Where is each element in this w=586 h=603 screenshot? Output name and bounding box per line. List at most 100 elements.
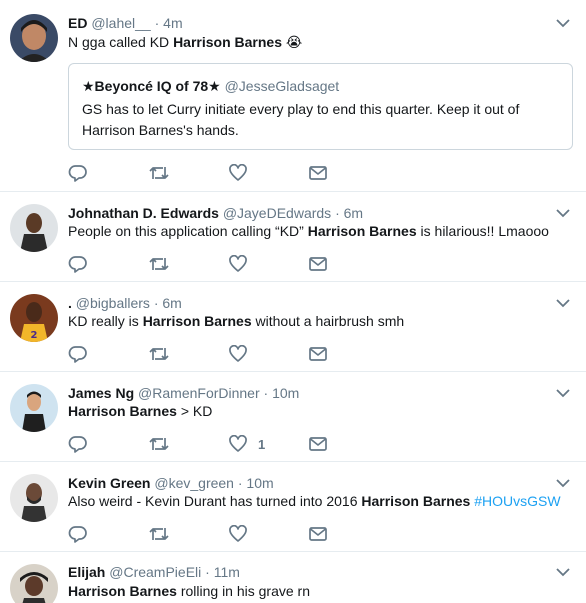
chevron-down-icon[interactable] xyxy=(556,298,570,308)
tweet-header: Elijah @CreamPieEli · 11m xyxy=(68,563,240,581)
like-button[interactable]: 1 xyxy=(228,434,265,454)
text-segment: KD really is xyxy=(68,313,143,329)
tweet-header: Johnathan D. Edwards @JayeDEdwards · 6m xyxy=(68,204,363,222)
username[interactable]: @kev_green xyxy=(154,475,234,491)
like-icon xyxy=(228,255,248,273)
retweet-button[interactable] xyxy=(148,434,170,454)
tweet[interactable]: ED @lahel__ · 4m N gga called KD Harriso… xyxy=(0,0,586,192)
text-segment: People on this application calling “KD” xyxy=(68,223,308,239)
text-segment: 😭 xyxy=(282,34,303,50)
highlight-term: Harrison Barnes xyxy=(307,223,417,239)
avatar[interactable]: 2 xyxy=(10,294,58,342)
separator-dot: · xyxy=(237,475,243,491)
like-button[interactable] xyxy=(228,344,248,364)
tweet-text: N gga called KD Harrison Barnes 😭 xyxy=(68,33,556,52)
direct-message-button[interactable] xyxy=(308,344,328,364)
timestamp[interactable]: 11m xyxy=(214,564,240,580)
tweet-actions xyxy=(68,254,348,274)
retweet-icon xyxy=(148,525,170,543)
tweet[interactable]: 2 . @bigballers · 6m KD really is Harris… xyxy=(0,282,586,372)
display-name[interactable]: James Ng xyxy=(68,385,134,401)
display-name[interactable]: Johnathan D. Edwards xyxy=(68,205,219,221)
hashtag-link[interactable]: #HOUvsGSW xyxy=(474,493,560,509)
timestamp[interactable]: 10m xyxy=(272,385,299,401)
username[interactable]: @CreamPieEli xyxy=(109,564,201,580)
reply-icon xyxy=(68,435,88,453)
retweet-icon xyxy=(148,345,170,363)
retweet-button[interactable] xyxy=(148,254,170,274)
chevron-down-icon[interactable] xyxy=(556,208,570,218)
timeline-feed: ED @lahel__ · 4m N gga called KD Harriso… xyxy=(0,0,586,603)
reply-icon xyxy=(68,345,88,363)
reply-button[interactable] xyxy=(68,524,88,544)
highlight-term: Harrison Barnes xyxy=(142,313,252,329)
tweet[interactable]: Kevin Green @kev_green · 10m Also weird … xyxy=(0,462,586,552)
direct-message-button[interactable] xyxy=(308,254,328,274)
like-button[interactable] xyxy=(228,524,248,544)
username[interactable]: @RamenForDinner xyxy=(138,385,260,401)
avatar[interactable] xyxy=(10,14,58,62)
chevron-down-icon[interactable] xyxy=(556,567,570,577)
text-segment: rolling in his grave rn xyxy=(176,583,310,599)
reply-button[interactable] xyxy=(68,434,88,454)
retweet-button[interactable] xyxy=(148,524,170,544)
direct-message-button[interactable] xyxy=(308,163,328,183)
timestamp[interactable]: 4m xyxy=(163,15,182,31)
tweet-text: KD really is Harrison Barnes without a h… xyxy=(68,312,556,331)
tweet[interactable]: Johnathan D. Edwards @JayeDEdwards · 6m … xyxy=(0,192,586,282)
tweet-actions: 1 xyxy=(68,434,348,454)
timestamp[interactable]: 10m xyxy=(246,475,273,491)
retweet-button[interactable] xyxy=(148,344,170,364)
avatar[interactable] xyxy=(10,564,58,603)
reply-button[interactable] xyxy=(68,163,88,183)
reply-button[interactable] xyxy=(68,254,88,274)
reply-icon xyxy=(68,255,88,273)
quoted-tweet[interactable]: ★Beyoncé IQ of 78★ @JesseGladsaget GS ha… xyxy=(68,63,573,150)
avatar[interactable] xyxy=(10,474,58,522)
like-button[interactable] xyxy=(228,163,248,183)
dm-icon xyxy=(308,435,328,453)
quoted-tweet-header: ★Beyoncé IQ of 78★ @JesseGladsaget xyxy=(82,77,339,95)
chevron-down-icon[interactable] xyxy=(556,478,570,488)
tweet-text: Also weird - Kevin Durant has turned int… xyxy=(68,492,561,511)
reply-icon xyxy=(68,164,88,182)
direct-message-button[interactable] xyxy=(308,524,328,544)
username[interactable]: @lahel__ xyxy=(91,15,150,31)
display-name[interactable]: . xyxy=(68,295,72,311)
dm-icon xyxy=(308,164,328,182)
separator-dot: · xyxy=(263,385,269,401)
tweet-header: James Ng @RamenForDinner · 10m xyxy=(68,384,299,402)
like-button[interactable] xyxy=(228,254,248,274)
text-segment: > KD xyxy=(176,403,213,419)
reply-button[interactable] xyxy=(68,344,88,364)
tweet-header: . @bigballers · 6m xyxy=(68,294,182,312)
quoted-username: @JesseGladsaget xyxy=(224,78,340,94)
dm-icon xyxy=(308,255,328,273)
separator-dot: · xyxy=(205,564,210,580)
like-icon xyxy=(228,345,248,363)
display-name[interactable]: Elijah xyxy=(68,564,105,580)
chevron-down-icon[interactable] xyxy=(556,388,570,398)
display-name[interactable]: Kevin Green xyxy=(68,475,150,491)
chevron-down-icon[interactable] xyxy=(556,18,570,28)
reply-icon xyxy=(68,525,88,543)
display-name[interactable]: ED xyxy=(68,15,87,31)
retweet-icon xyxy=(148,255,170,273)
direct-message-button[interactable] xyxy=(308,434,328,454)
tweet-actions xyxy=(68,524,348,544)
tweet-actions xyxy=(68,344,348,364)
username[interactable]: @JayeDEdwards xyxy=(223,205,331,221)
highlight-term: Harrison Barnes xyxy=(173,34,282,50)
avatar[interactable] xyxy=(10,384,58,432)
tweet[interactable]: Elijah @CreamPieEli · 11m Harrison Barne… xyxy=(0,552,586,603)
dm-icon xyxy=(308,345,328,363)
username[interactable]: @bigballers xyxy=(76,295,150,311)
highlight-term: Harrison Barnes xyxy=(68,583,177,599)
like-icon xyxy=(228,525,248,543)
timestamp[interactable]: 6m xyxy=(162,295,181,311)
retweet-button[interactable] xyxy=(148,163,170,183)
text-segment: Also weird - Kevin Durant has turned int… xyxy=(68,493,362,509)
avatar[interactable] xyxy=(10,204,58,252)
tweet[interactable]: James Ng @RamenForDinner · 10m Harrison … xyxy=(0,372,586,462)
timestamp[interactable]: 6m xyxy=(344,205,363,221)
